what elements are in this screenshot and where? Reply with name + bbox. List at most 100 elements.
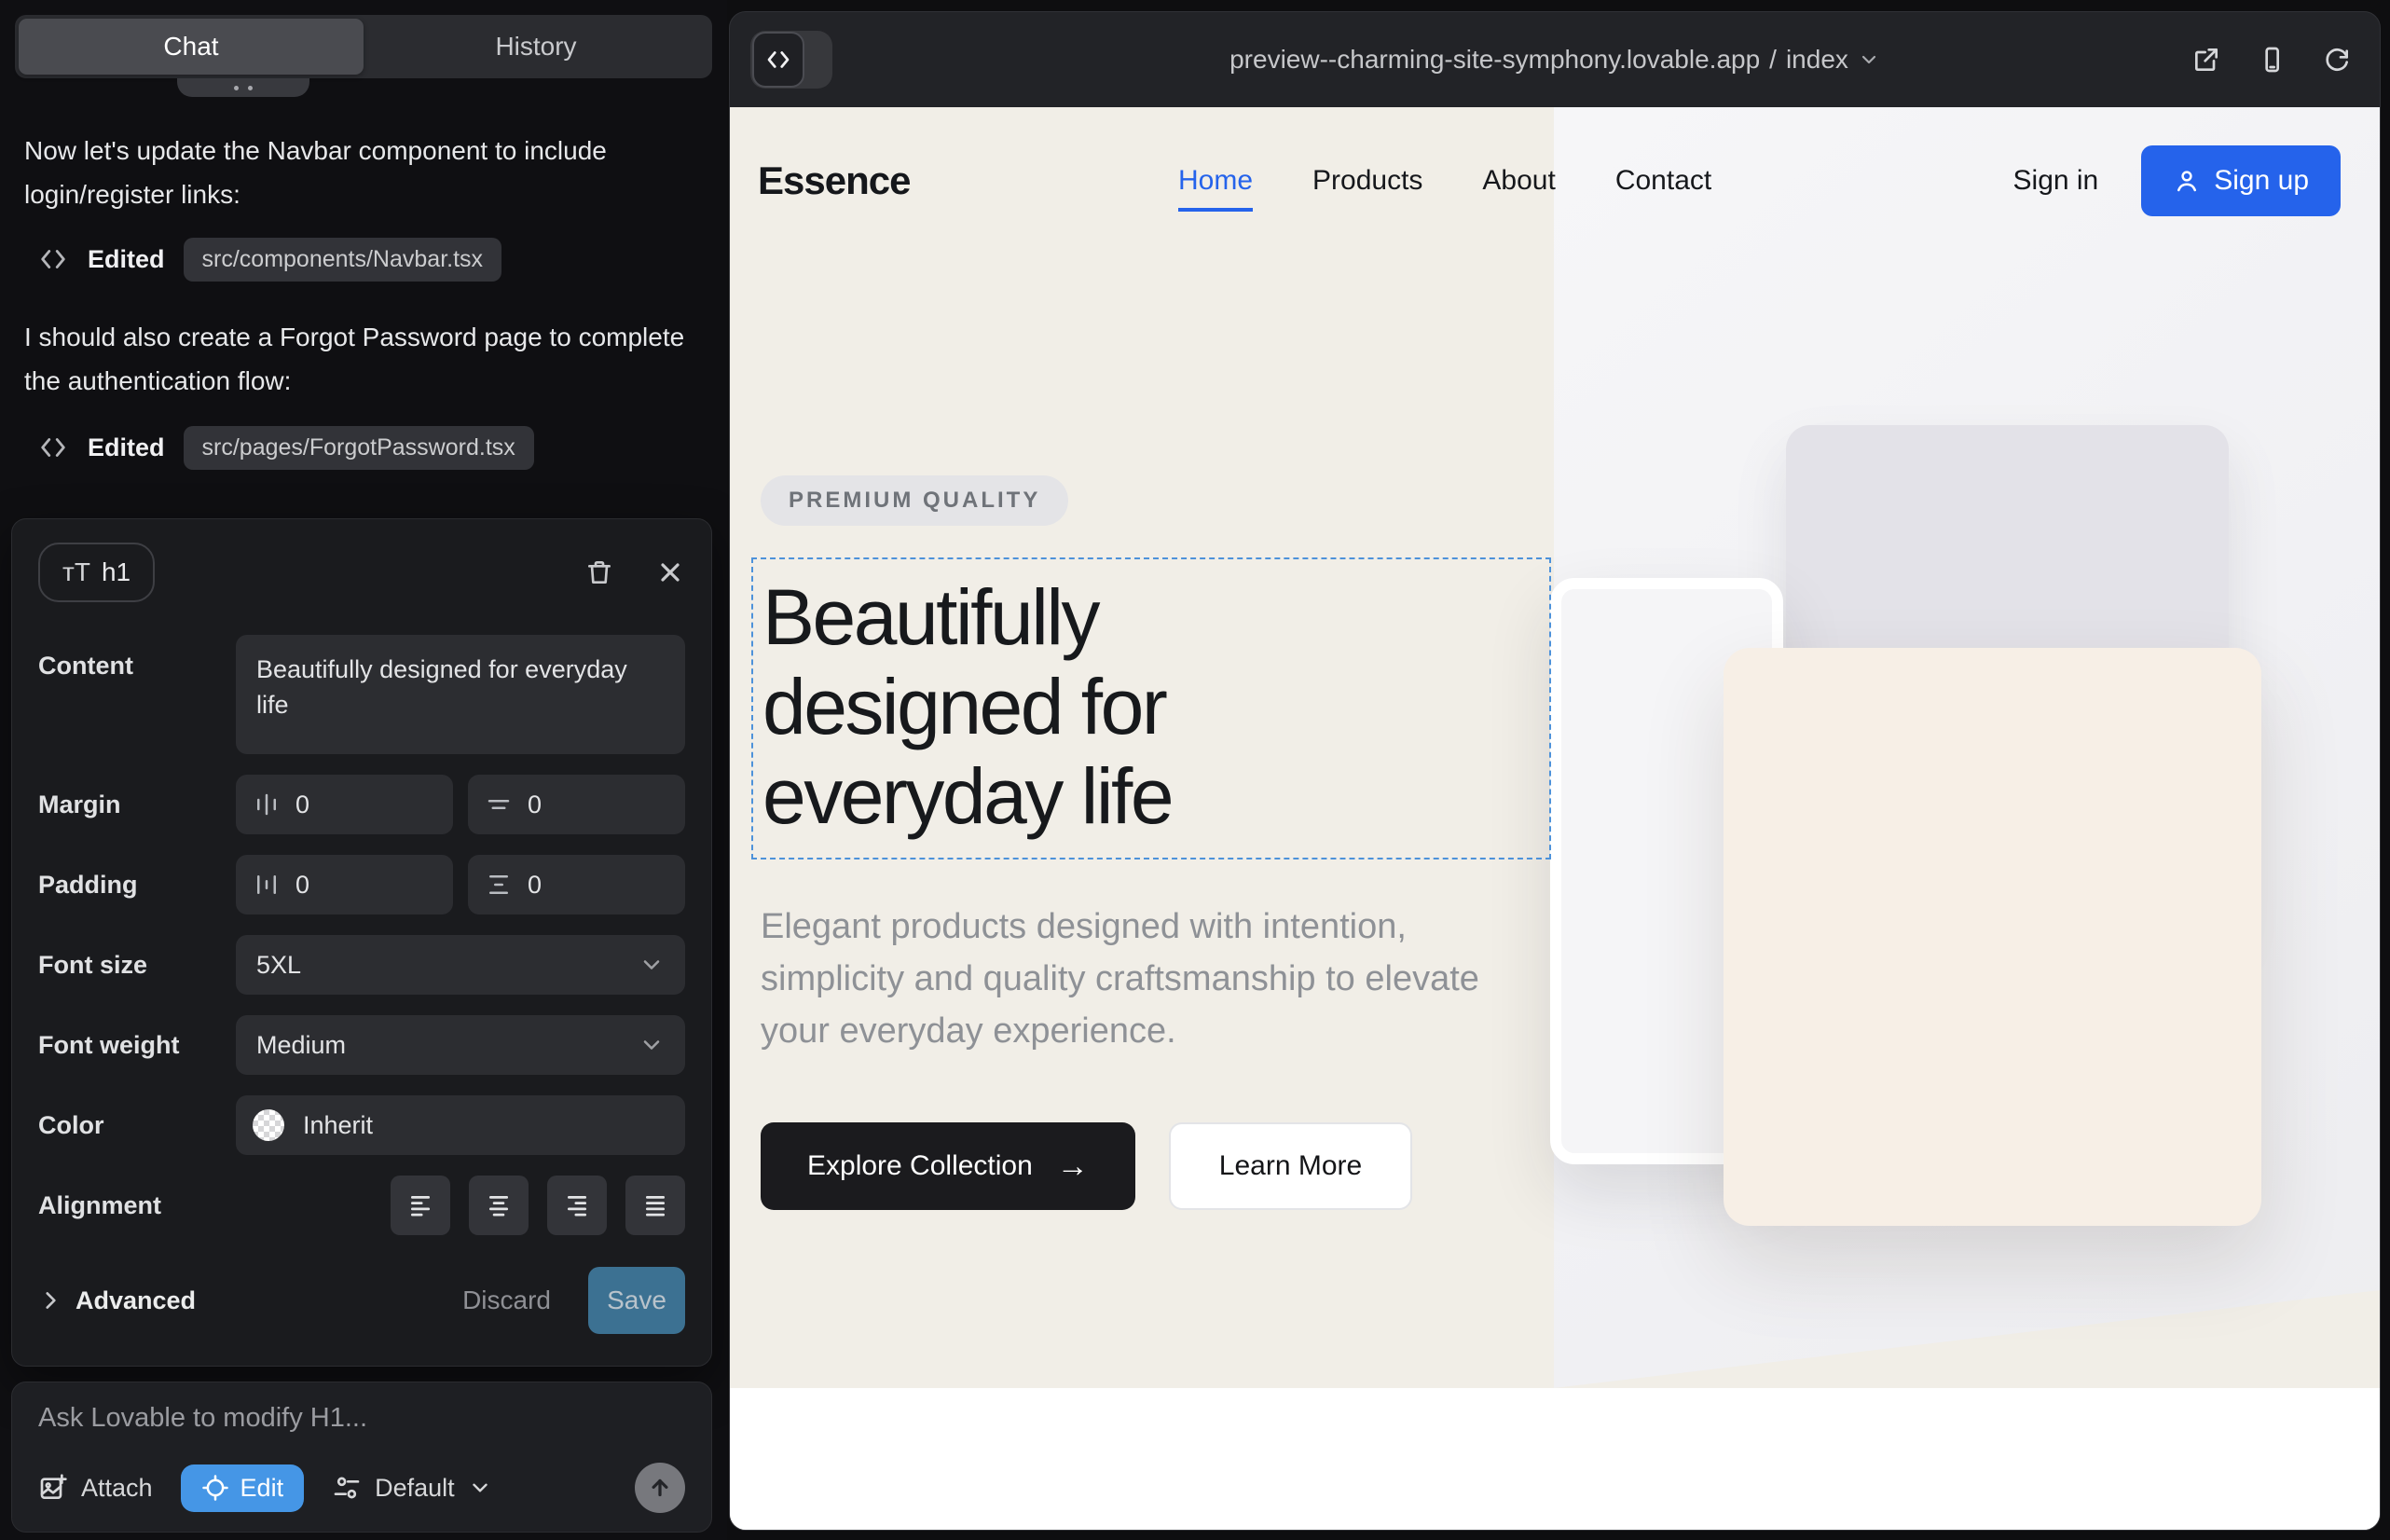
code-icon [37, 243, 69, 275]
sign-up-button[interactable]: Sign up [2141, 145, 2341, 216]
tab-chat[interactable]: Chat [19, 19, 364, 75]
align-justify-icon [641, 1191, 669, 1219]
edited-file-badge[interactable]: src/components/Navbar.tsx [184, 238, 502, 282]
hero-paragraph: Elegant products designed with intention… [761, 901, 1497, 1057]
chevron-down-icon [639, 952, 665, 978]
trash-icon [584, 557, 614, 587]
edit-mode-button[interactable]: Edit [181, 1464, 305, 1512]
arrow-right-icon: → [1057, 1148, 1089, 1185]
assistant-message: Now let's update the Navbar component to… [24, 129, 692, 216]
align-left-button[interactable] [391, 1176, 450, 1235]
alignment-label: Alignment [38, 1191, 236, 1220]
assistant-message: I should also create a Forgot Password p… [24, 315, 692, 403]
discard-button[interactable]: Discard [462, 1286, 551, 1315]
edited-file-row: Edited src/pages/ForgotPassword.tsx [37, 423, 534, 472]
edited-file-row: Edited src/components/Navbar.tsx [37, 235, 501, 283]
margin-x-input[interactable]: 0 [236, 775, 453, 834]
save-button[interactable]: Save [588, 1267, 685, 1334]
close-editor-button[interactable] [655, 557, 685, 587]
url-page: index [1786, 45, 1848, 75]
url-bar[interactable]: preview--charming-site-symphony.lovable.… [730, 12, 2380, 107]
hero-heading[interactable]: Beautifully designed for everyday life [762, 572, 1549, 841]
tab-history[interactable]: History [364, 19, 708, 75]
url-host: preview--charming-site-symphony.lovable.… [1229, 45, 1760, 75]
font-size-select[interactable]: 5XL [236, 935, 685, 995]
chevron-down-icon [639, 1032, 665, 1058]
margin-horizontal-icon [253, 791, 281, 818]
url-separator: / [1769, 45, 1777, 75]
section-below-hero [730, 1388, 2380, 1531]
target-icon [201, 1474, 229, 1502]
align-left-icon [406, 1191, 434, 1219]
nav-link-home[interactable]: Home [1178, 165, 1253, 212]
mobile-view-button[interactable] [2257, 45, 2287, 75]
code-icon [37, 432, 69, 463]
site-navbar: Essence Home Products About Contact Sign… [730, 107, 2380, 254]
preview-toolbar: preview--charming-site-symphony.lovable.… [730, 12, 2380, 107]
sign-in-link[interactable]: Sign in [2013, 165, 2099, 197]
edited-label: Edited [88, 433, 165, 462]
element-editor-panel: ᴛT h1 Content Beautifully designed for e… [11, 518, 712, 1367]
explore-collection-button[interactable]: Explore Collection → [761, 1122, 1135, 1210]
content-label: Content [38, 652, 236, 681]
selected-h1-outline[interactable]: Beautifully designed for everyday life [751, 557, 1551, 859]
smartphone-icon [2257, 45, 2287, 75]
font-weight-label: Font weight [38, 1031, 236, 1060]
nav-link-products[interactable]: Products [1312, 165, 1422, 197]
scrolled-message-peek [177, 78, 309, 97]
chevron-right-icon [38, 1288, 62, 1313]
edited-file-badge[interactable]: src/pages/ForgotPassword.tsx [184, 426, 534, 470]
advanced-toggle[interactable]: Advanced [38, 1286, 196, 1315]
site-canvas: Essence Home Products About Contact Sign… [730, 107, 2380, 1531]
font-weight-select[interactable]: Medium [236, 1015, 685, 1075]
padding-label: Padding [38, 871, 236, 900]
send-button[interactable] [635, 1463, 685, 1513]
element-tag-label: h1 [102, 557, 130, 587]
hero-section: PREMIUM QUALITY Beautifully designed for… [751, 475, 1555, 1210]
user-icon [2173, 167, 2201, 195]
attach-button[interactable]: Attach [38, 1473, 153, 1503]
chevron-down-icon [468, 1476, 492, 1500]
preview-window: preview--charming-site-symphony.lovable.… [729, 11, 2381, 1531]
open-in-new-tab-button[interactable] [2191, 45, 2221, 75]
typography-icon: ᴛT [62, 557, 90, 587]
color-select[interactable]: Inherit [236, 1095, 685, 1155]
learn-more-button[interactable]: Learn More [1169, 1122, 1412, 1210]
align-center-icon [485, 1191, 513, 1219]
premium-quality-badge: PREMIUM QUALITY [761, 475, 1068, 526]
prompt-input[interactable] [38, 1403, 685, 1450]
padding-y-input[interactable]: 0 [468, 855, 685, 914]
nav-link-about[interactable]: About [1482, 165, 1555, 197]
margin-y-input[interactable]: 0 [468, 775, 685, 834]
color-label: Color [38, 1111, 236, 1140]
margin-label: Margin [38, 791, 236, 819]
site-logo[interactable]: Essence [758, 107, 910, 254]
edited-label: Edited [88, 245, 165, 274]
delete-element-button[interactable] [584, 557, 614, 587]
align-right-button[interactable] [547, 1176, 607, 1235]
align-right-icon [563, 1191, 591, 1219]
align-justify-button[interactable] [625, 1176, 685, 1235]
open-in-new-icon [2191, 45, 2221, 75]
selected-element-tag[interactable]: ᴛT h1 [38, 543, 155, 602]
content-input[interactable]: Beautifully designed for everyday life [236, 635, 685, 754]
sliders-icon [332, 1473, 362, 1503]
padding-x-input[interactable]: 0 [236, 855, 453, 914]
close-icon [655, 557, 685, 587]
margin-vertical-icon [485, 791, 513, 818]
model-default-select[interactable]: Default [332, 1473, 492, 1503]
attach-image-icon [38, 1473, 68, 1503]
font-size-label: Font size [38, 951, 236, 980]
refresh-button[interactable] [2322, 45, 2352, 75]
chat-history-tabs: Chat History [15, 15, 712, 78]
product-card-beige [1724, 648, 2261, 1226]
prompt-box: Attach Edit Default [11, 1382, 712, 1533]
color-swatch [253, 1109, 284, 1141]
nav-link-contact[interactable]: Contact [1615, 165, 1711, 197]
padding-horizontal-icon [253, 871, 281, 899]
padding-vertical-icon [485, 871, 513, 899]
chevron-down-icon [1858, 48, 1880, 71]
lovable-chat-panel: Chat History Now let's update the Navbar… [0, 0, 727, 1540]
align-center-button[interactable] [469, 1176, 529, 1235]
refresh-icon [2322, 45, 2352, 75]
